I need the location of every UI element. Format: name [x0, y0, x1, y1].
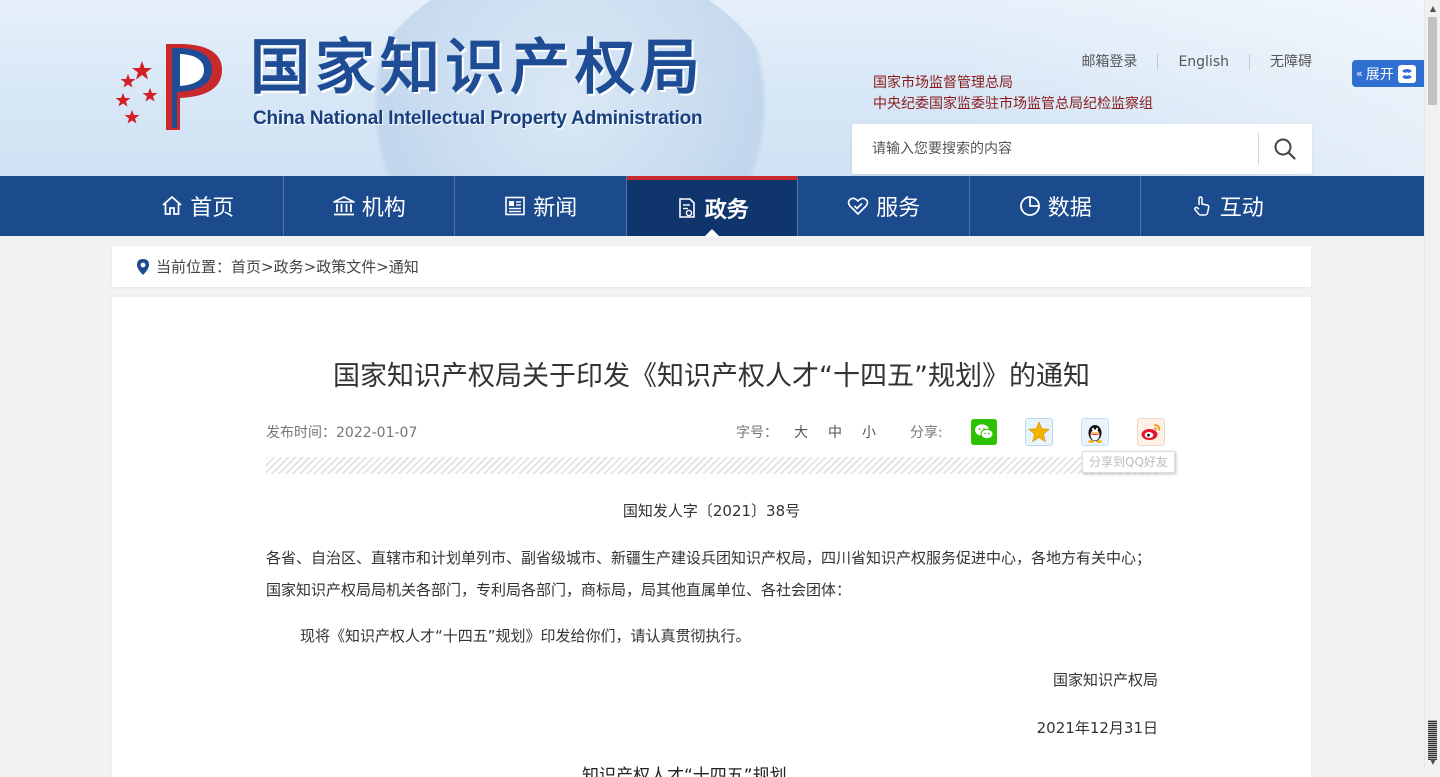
expand-label: 展开	[1365, 66, 1394, 83]
nav-label: 服务	[876, 196, 921, 221]
nav-label: 政务	[704, 198, 749, 223]
site-header: 国家知识产权局 China National Intellectual Prop…	[0, 0, 1424, 176]
scroll-up-arrow-icon[interactable]: ▲	[1425, 0, 1440, 16]
institution-icon	[332, 196, 355, 216]
main-nav: 首页 机构 新闻 政务 服务 数据 互动	[0, 176, 1424, 236]
breadcrumb-notice[interactable]: 通知	[389, 256, 419, 277]
publish-date: 2022-01-07	[336, 425, 418, 441]
parent-org-discipline[interactable]: 中央纪委国家监委驻市场监管总局纪检监察组	[873, 94, 1153, 115]
nav-item-institution[interactable]: 机构	[284, 176, 455, 236]
search-input[interactable]	[852, 124, 1272, 174]
pie-chart-icon	[1019, 196, 1040, 216]
breadcrumb-affairs[interactable]: 政务	[274, 256, 304, 277]
breadcrumb: 当前位置： 首页 > 政务 > 政策文件 > 通知	[112, 246, 1311, 287]
nav-label: 新闻	[533, 196, 578, 221]
nav-label: 互动	[1219, 196, 1264, 221]
signer: 国家知识产权局	[1052, 671, 1158, 689]
hand-pointer-icon	[1193, 196, 1210, 216]
cnipa-logo[interactable]	[110, 38, 234, 134]
publish-info: 发布时间：2022-01-07	[266, 422, 417, 442]
nav-label: 首页	[190, 196, 235, 221]
page-scrollbar[interactable]: ▲ ▼	[1424, 0, 1440, 769]
top-links: 邮箱登录 English 无障碍	[1061, 52, 1312, 72]
separator-hatch	[266, 457, 1158, 474]
breadcrumb-home[interactable]: 首页	[231, 256, 261, 277]
search-box	[852, 124, 1312, 174]
nav-item-news[interactable]: 新闻	[455, 176, 627, 236]
share-bar: 分享:	[910, 418, 1165, 446]
qzone-star-share-icon[interactable]	[1024, 418, 1053, 446]
font-size-large[interactable]: 大	[794, 422, 808, 442]
article-title: 国家知识产权局关于印发《知识产权人才“十四五”规划》的通知	[333, 361, 1090, 392]
next-heading-partial: 知识产权人才“十四五”规划	[582, 766, 787, 777]
publish-label: 发布时间：	[266, 425, 336, 441]
newspaper-icon	[505, 196, 526, 216]
location-pin-icon	[136, 258, 150, 276]
site-name-en[interactable]: China National Intellectual Property Adm…	[253, 108, 703, 130]
font-size-medium[interactable]: 中	[828, 422, 842, 442]
search-icon	[1274, 138, 1296, 160]
font-size-switcher: 字号： 大 中 小	[736, 422, 876, 442]
scroll-down-arrow-icon[interactable]: ▼	[1425, 753, 1440, 769]
parent-orgs: 国家市场监督管理总局 中央纪委国家监委驻市场监管总局纪检监察组	[873, 73, 1153, 115]
document-number: 国知发人字〔2021〕38号	[622, 502, 801, 520]
article-panel: 国家知识产权局关于印发《知识产权人才“十四五”规划》的通知 发布时间：2022-…	[112, 297, 1311, 777]
qq-penguin-share-icon[interactable]	[1080, 418, 1109, 446]
mail-login-link[interactable]: 邮箱登录	[1061, 54, 1157, 70]
nav-item-affairs[interactable]: 政务	[626, 176, 798, 236]
scroll-thumb[interactable]	[1428, 17, 1437, 105]
sign-date: 2021年12月31日	[1036, 719, 1158, 737]
site-name-cn[interactable]: 国家知识产权局	[250, 30, 705, 106]
nav-item-data[interactable]: 数据	[970, 176, 1141, 236]
breadcrumb-prefix: 当前位置：	[156, 258, 232, 276]
addressee-text: 各省、自治区、直辖市和计划单列市、副省级城市、新疆生产建设兵团知识产权局，四川省…	[266, 549, 1152, 599]
breadcrumb-policy-docs[interactable]: 政策文件	[316, 256, 376, 277]
nav-item-interaction[interactable]: 互动	[1141, 176, 1313, 236]
nav-item-service[interactable]: 服务	[798, 176, 970, 236]
font-size-label: 字号：	[736, 425, 778, 441]
nav-label: 机构	[361, 196, 406, 221]
nav-label: 数据	[1047, 196, 1092, 221]
service-heart-icon	[847, 197, 869, 215]
body-paragraph: 现将《知识产权人才“十四五”规划》印发给你们，请认真贯彻执行。	[300, 627, 751, 645]
double-chevron-left-icon: «	[1356, 67, 1363, 80]
gov-service-icon	[1397, 64, 1416, 83]
weibo-share-icon[interactable]	[1136, 418, 1165, 446]
parent-org-samr[interactable]: 国家市场监督管理总局	[873, 73, 1153, 94]
share-label: 分享:	[910, 425, 943, 441]
share-tooltip: 分享到QQ好友	[1082, 451, 1175, 473]
english-link[interactable]: English	[1157, 54, 1249, 70]
document-icon	[678, 198, 695, 218]
search-button[interactable]	[1268, 134, 1302, 164]
accessibility-link[interactable]: 无障碍	[1249, 54, 1312, 70]
expand-button[interactable]: « 展开	[1352, 60, 1424, 87]
home-icon	[162, 196, 182, 215]
font-size-small[interactable]: 小	[862, 422, 876, 442]
wechat-share-icon[interactable]	[970, 419, 997, 445]
nav-item-home[interactable]: 首页	[112, 176, 284, 236]
